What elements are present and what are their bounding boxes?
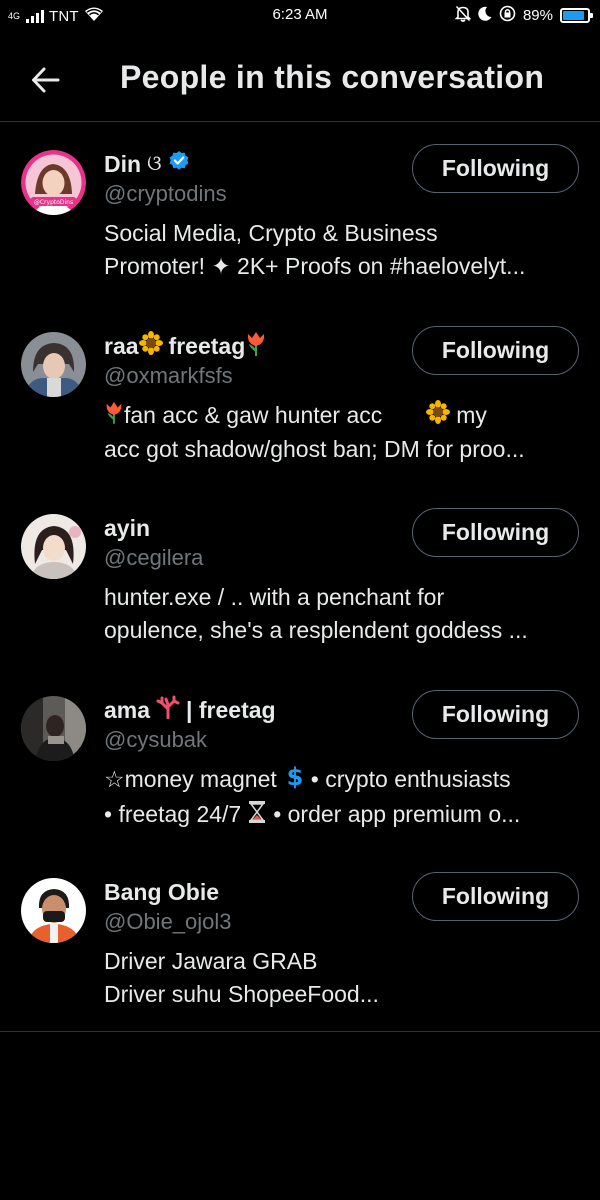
- user-name: raa: [104, 332, 139, 359]
- user-bio: hunter.exe / .. with a penchant for opul…: [104, 581, 584, 647]
- page-title: People in this conversation: [120, 59, 545, 95]
- user-info: raa freetag @oxmarkfsfs: [104, 331, 404, 393]
- tulip-icon: [104, 400, 124, 433]
- list-item[interactable]: ayin @cegilera Following hunter.exe / ..…: [0, 487, 600, 669]
- user-name: ama: [104, 696, 151, 723]
- verified-badge-icon: [168, 150, 190, 178]
- bio-line: acc got shadow/ghost ban; DM for proo...: [104, 436, 525, 463]
- rotation-lock-icon: [499, 5, 516, 26]
- user-info: ama | freetag @cysubak: [104, 695, 404, 757]
- user-info: ayin @cegilera: [104, 513, 404, 575]
- svg-text:$: $: [286, 763, 303, 789]
- user-info: Din ଓ @cryptodins: [104, 149, 404, 211]
- user-handle[interactable]: @cegilera: [104, 545, 404, 575]
- arrow-left-icon: [32, 67, 60, 93]
- hourglass-icon: [247, 800, 267, 833]
- avatar[interactable]: [21, 514, 86, 579]
- avatar[interactable]: [21, 332, 86, 397]
- bio-line: opulence, she's a resplendent goddess ..…: [104, 617, 528, 643]
- following-button[interactable]: Following: [412, 872, 579, 921]
- people-list: @CryptoDins Din ଓ @cryptodins Following …: [0, 123, 600, 1032]
- user-bio: ☆money magnet $ • crypto enthusiasts • fre…: [104, 763, 584, 833]
- user-name: ayin: [104, 514, 151, 541]
- user-name: Bang Obie: [104, 878, 220, 905]
- list-item[interactable]: @CryptoDins Din ଓ @cryptodins Following …: [0, 123, 600, 305]
- battery-percent: 89%: [522, 7, 553, 24]
- bio-line: • freetag 24/7 • order app premium o...: [104, 798, 584, 832]
- user-handle[interactable]: @cysubak: [104, 727, 404, 757]
- bio-line: ☆money magnet $ • crypto enthusiasts: [104, 763, 584, 798]
- bio-text: my: [456, 402, 487, 428]
- bio-line: Driver suhu ShopeeFood...: [104, 981, 379, 1007]
- following-button[interactable]: Following: [412, 508, 579, 557]
- user-handle[interactable]: @cryptodins: [104, 181, 404, 211]
- user-bio: fan acc & gaw hunter acc my acc got shado…: [104, 399, 584, 466]
- sunflower-icon: [138, 331, 163, 361]
- avatar[interactable]: [21, 878, 86, 943]
- list-item[interactable]: raa freetag @oxmarkfsfs Following fan ac…: [0, 305, 600, 487]
- bio-line: fan acc & gaw hunter acc my: [104, 399, 584, 433]
- sunflower-icon: [426, 400, 451, 433]
- name-symbol: ଓ: [147, 152, 162, 175]
- bio-text: • order app premium o...: [273, 801, 521, 828]
- display-name: raa freetag: [104, 331, 404, 361]
- battery-icon: [560, 8, 593, 23]
- user-handle[interactable]: @oxmarkfsfs: [104, 363, 404, 393]
- display-name: ayin: [104, 513, 404, 543]
- back-button[interactable]: [22, 56, 70, 104]
- page-header: People in this conversation: [0, 40, 600, 122]
- user-name-part: | freetag: [186, 696, 276, 723]
- display-name: Bang Obie: [104, 877, 404, 907]
- user-bio: Social Media, Crypto & Business Promoter…: [104, 217, 584, 283]
- display-name: ama | freetag: [104, 695, 404, 725]
- avatar[interactable]: @CryptoDins: [21, 150, 86, 215]
- bio-line: Promoter! ✦ 2K+ Proofs on #haelovelyt...: [104, 253, 526, 279]
- bio-text: fan acc & gaw hunter acc: [124, 402, 383, 428]
- bio-text: • crypto enthusiasts: [310, 766, 511, 792]
- moon-icon: [478, 6, 492, 25]
- list-item[interactable]: Bang Obie @Obie_ojol3 Following Driver J…: [0, 851, 600, 1032]
- status-bar: 4G TNT 6:23 AM 89%: [0, 0, 600, 32]
- avatar[interactable]: [21, 696, 86, 761]
- following-button[interactable]: Following: [412, 144, 579, 193]
- user-name-part: freetag: [168, 332, 246, 359]
- svg-text:@CryptoDins: @CryptoDins: [34, 199, 73, 206]
- dollar-sign-icon: $: [283, 763, 307, 798]
- list-item[interactable]: ama | freetag @cysubak Following ☆money …: [0, 669, 600, 851]
- coral-icon: [156, 695, 180, 725]
- following-button[interactable]: Following: [412, 326, 579, 375]
- bio-text: ☆money magnet: [104, 766, 277, 792]
- user-bio: Driver Jawara GRAB Driver suhu ShopeeFoo…: [104, 945, 584, 1011]
- tulip-icon: [245, 330, 267, 362]
- display-name: Din ଓ: [104, 149, 404, 179]
- user-name: Din: [104, 150, 142, 177]
- bio-line: hunter.exe / .. with a penchant for: [104, 584, 445, 610]
- bio-line: Driver Jawara GRAB: [104, 948, 318, 974]
- bio-text: • freetag 24/7: [104, 801, 242, 828]
- following-button[interactable]: Following: [412, 690, 579, 739]
- user-handle[interactable]: @Obie_ojol3: [104, 909, 404, 939]
- status-right: 89%: [454, 5, 593, 26]
- mute-icon: [454, 5, 472, 26]
- bio-line: Social Media, Crypto & Business: [104, 220, 438, 246]
- user-info: Bang Obie @Obie_ojol3: [104, 877, 404, 939]
